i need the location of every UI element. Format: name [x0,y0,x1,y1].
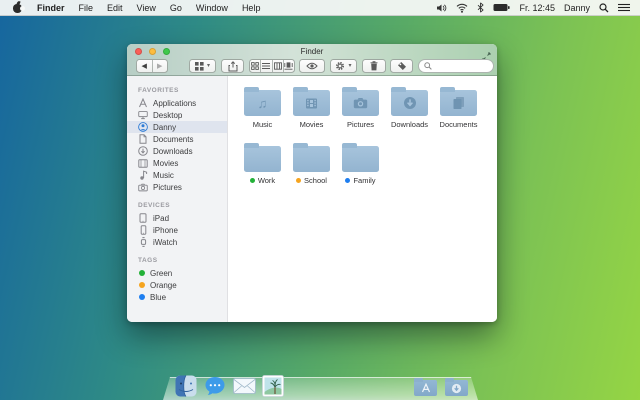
menu-go[interactable]: Go [170,3,182,13]
pages-icon [452,96,465,110]
sidebar-item-documents[interactable]: Documents [127,133,227,145]
orange-tag-icon [139,282,145,288]
orange-tag-icon [296,178,301,183]
user-home-icon [138,122,148,132]
share-button[interactable] [221,59,244,73]
sidebar-item-tag-green[interactable]: Green [127,267,227,279]
ipad-icon [138,213,148,223]
sidebar-item-ipad[interactable]: iPad [127,212,227,224]
icon-view-button[interactable] [250,60,260,72]
menu-help[interactable]: Help [242,3,261,13]
window-header[interactable]: Finder ◀ ▶ ▾ [127,44,497,76]
finder-window: Finder ◀ ▶ ▾ [127,44,497,322]
folder-school[interactable]: School [287,142,336,185]
bluetooth-icon[interactable] [477,2,484,13]
tag-button[interactable] [390,59,413,73]
wifi-icon[interactable] [456,3,468,13]
camera-icon [138,182,148,192]
blue-tag-icon [345,178,350,183]
mail-icon[interactable] [233,378,255,395]
window-title: Finder [127,47,497,56]
menu-window[interactable]: Window [196,3,228,13]
action-button[interactable]: ▾ [330,59,357,73]
fullscreen-icon[interactable] [482,48,491,57]
sidebar-item-applications[interactable]: Applications [127,97,227,109]
sidebar-item-music[interactable]: Music [127,169,227,181]
document-icon [138,134,148,144]
volume-icon[interactable] [436,3,447,13]
sidebar-item-danny[interactable]: Danny [127,121,227,133]
sidebar-section-favorites: FAVORITES [138,87,227,94]
folder-music[interactable]: ♫ Music [238,86,287,129]
sidebar-item-downloads[interactable]: Downloads [127,145,227,157]
delete-button[interactable] [362,59,386,73]
sidebar-item-tag-blue[interactable]: Blue [127,291,227,303]
folder-movies[interactable]: Movies [287,86,336,129]
sidebar-item-tag-orange[interactable]: Orange [127,279,227,291]
iphone-icon [138,225,148,235]
back-button[interactable]: ◀ [137,60,152,72]
green-tag-icon [250,178,255,183]
search-icon [424,62,432,70]
folder-documents[interactable]: Documents [434,86,483,129]
menu-file[interactable]: File [79,3,94,13]
menu-bar-clock[interactable]: Fr. 12:45 [519,3,555,13]
menu-bar-user[interactable]: Danny [564,3,590,13]
dock [163,373,478,397]
blue-tag-icon [139,294,145,300]
sidebar-item-pictures[interactable]: Pictures [127,181,227,193]
folder-family[interactable]: Family [336,142,385,185]
column-view-button[interactable] [272,60,283,72]
music-note-icon: ♫ [258,97,268,110]
search-field[interactable] [418,59,494,73]
folder-contents: ♫ Music Movies Pictures Downloads [228,76,497,322]
forward-button[interactable]: ▶ [152,60,168,72]
sidebar-section-devices: DEVICES [138,202,227,209]
finder-icon[interactable] [175,375,197,397]
coverflow-view-button[interactable] [283,60,294,72]
sidebar-item-movies[interactable]: Movies [127,157,227,169]
folder-downloads[interactable]: Downloads [385,86,434,129]
sidebar-item-desktop[interactable]: Desktop [127,109,227,121]
battery-icon[interactable] [493,3,510,12]
camera-icon [353,97,368,109]
gear-icon [335,61,345,71]
share-icon [228,61,238,72]
menu-edit[interactable]: Edit [107,3,123,13]
green-tag-icon [139,270,145,276]
notification-center-icon[interactable] [618,3,630,12]
messages-icon[interactable] [204,375,226,397]
download-circle-icon [403,96,417,110]
applications-folder-icon[interactable] [414,380,437,396]
back-forward-control: ◀ ▶ [136,59,168,73]
iwatch-icon [138,237,148,247]
menu-bar: Finder File Edit View Go Window Help Fr.… [0,0,640,16]
sidebar: FAVORITES Applications Desktop Danny Doc… [127,76,228,322]
filmstrip-icon [138,158,148,168]
spotlight-search-icon[interactable] [599,3,609,13]
music-note-icon [138,170,148,180]
quick-look-button[interactable] [299,59,325,73]
filmstrip-icon [305,97,318,110]
grid-arrange-icon [195,62,204,71]
menu-finder[interactable]: Finder [37,3,65,13]
sidebar-section-tags: TAGS [138,257,227,264]
download-circle-icon [138,146,148,156]
folder-pictures[interactable]: Pictures [336,86,385,129]
list-view-button[interactable] [260,60,271,72]
menu-view[interactable]: View [137,3,156,13]
desktop-icon [138,110,148,120]
downloads-folder-icon[interactable] [445,380,468,396]
photos-icon[interactable] [262,375,284,397]
tag-icon [397,61,407,71]
arrange-button[interactable]: ▾ [189,59,216,73]
view-mode-control [249,59,295,73]
apple-menu-icon[interactable] [12,2,23,13]
eye-icon [306,62,318,70]
sidebar-item-iphone[interactable]: iPhone [127,224,227,236]
folder-work[interactable]: Work [238,142,287,185]
applications-icon [138,98,148,108]
trash-icon [370,61,378,71]
sidebar-item-iwatch[interactable]: iWatch [127,236,227,248]
